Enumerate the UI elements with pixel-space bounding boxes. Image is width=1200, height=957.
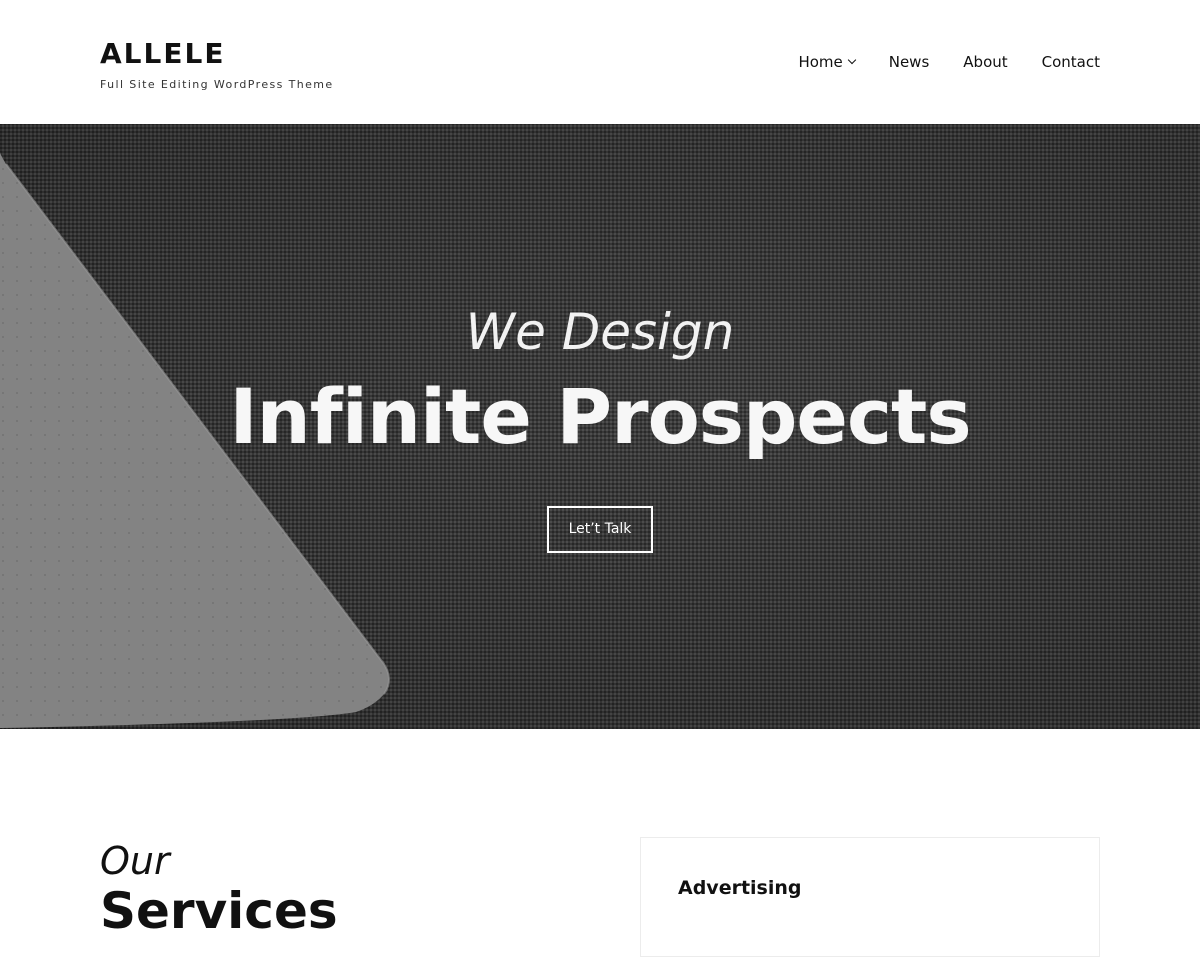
hero-eyebrow: We Design [465, 303, 735, 361]
services-heading-bold: Services [100, 882, 338, 940]
services-heading-italic: Our [100, 839, 170, 883]
hero-banner: We Design Infinite Prospects Let’t Talk [0, 124, 1200, 729]
nav-item-news[interactable]: News [889, 52, 930, 72]
nav-item-label: Home [798, 53, 843, 71]
hero-title: Infinite Prospects [229, 372, 971, 461]
nav-item-label: News [888, 53, 930, 71]
lets-talk-button[interactable]: Let’t Talk [547, 506, 653, 553]
site-tagline: Full Site Editing WordPress Theme [100, 78, 334, 91]
service-card-title: Advertising [678, 877, 802, 899]
nav-item-home[interactable]: Home [798, 52, 856, 72]
site-branding: ALLELE Full Site Editing WordPress Theme [100, 38, 334, 92]
site-header: ALLELE Full Site Editing WordPress Theme… [0, 0, 1200, 124]
nav-item-label: About [963, 53, 1008, 71]
site-title[interactable]: ALLELE [100, 38, 334, 70]
chevron-down-icon[interactable] [847, 55, 856, 65]
nav-item-contact[interactable]: Contact [1042, 52, 1100, 72]
nav-item-about[interactable]: About [963, 52, 1007, 72]
service-card-advertising: Advertising [640, 837, 1100, 957]
main-navigation: Home News About Contact [798, 52, 1100, 72]
hero-content: We Design Infinite Prospects Let’t Talk [0, 124, 1200, 729]
services-section: Our Services Advertising [0, 729, 1200, 957]
nav-item-label: Contact [1041, 53, 1100, 71]
